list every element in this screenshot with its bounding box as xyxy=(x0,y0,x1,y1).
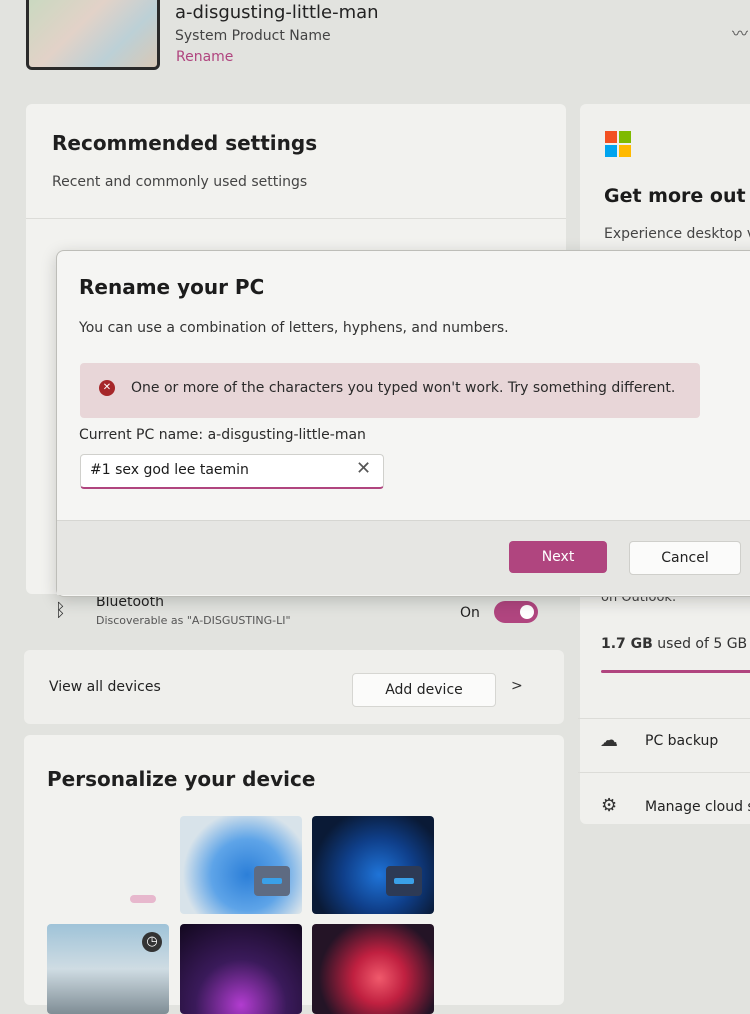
current-pc-name: Current PC name: a-disgusting-little-man xyxy=(79,427,366,443)
personalize-title: Personalize your device xyxy=(47,767,316,791)
wifi-icon: 〰 xyxy=(732,24,749,43)
bluetooth-icon: ᛒ xyxy=(55,600,66,621)
device-model: System Product Name xyxy=(175,28,331,44)
promo-subtitle: Experience desktop ve xyxy=(604,226,750,242)
recommended-settings-title: Recommended settings xyxy=(52,131,318,155)
divider xyxy=(26,218,566,219)
bluetooth-toggle[interactable] xyxy=(494,601,538,623)
slideshow-icon: ◷ xyxy=(142,932,162,952)
view-all-devices-link[interactable]: View all devices xyxy=(49,679,161,695)
pink-indicator xyxy=(130,895,156,903)
recommended-settings-subtitle: Recent and commonly used settings xyxy=(52,174,308,190)
wallpaper-purple[interactable] xyxy=(180,924,302,1014)
cancel-button[interactable]: Cancel xyxy=(629,541,741,575)
promo-title: Get more out o xyxy=(604,185,750,207)
gear-icon: ⚙ xyxy=(601,795,618,816)
bluetooth-state: On xyxy=(460,605,480,621)
dialog-description: You can use a combination of letters, hy… xyxy=(79,320,509,336)
wallpaper-dark-theme[interactable] xyxy=(312,816,434,914)
storage-bar xyxy=(601,670,750,673)
pc-name-input-value[interactable]: #1 sex god lee taemin xyxy=(90,462,249,478)
taskbar-preview-icon xyxy=(386,866,422,896)
error-circle-icon: ✕ xyxy=(99,380,115,396)
chevron-right-icon[interactable]: > xyxy=(511,678,523,694)
microsoft-logo xyxy=(605,131,631,157)
device-thumbnail xyxy=(26,0,160,70)
dialog-title: Rename your PC xyxy=(79,275,265,299)
storage-rest: used of 5 GB (3 xyxy=(657,636,750,652)
pc-backup-item[interactable]: PC backup xyxy=(645,733,718,749)
divider xyxy=(578,772,750,773)
add-device-button[interactable]: Add device xyxy=(352,673,496,707)
device-name: a-disgusting-little-man xyxy=(175,2,379,23)
storage-used: 1.7 GB xyxy=(601,636,653,652)
manage-cloud-item[interactable]: Manage cloud s xyxy=(645,799,750,815)
storage-usage: 1.7 GB used of 5 GB (3 xyxy=(601,636,750,652)
cloud-backup-icon: ☁ xyxy=(600,730,618,751)
clear-icon[interactable]: ✕ xyxy=(356,458,371,479)
bluetooth-subtitle: Discoverable as "A-DISGUSTING-LI" xyxy=(96,614,291,627)
error-message: One or more of the characters you typed … xyxy=(131,380,676,396)
wallpaper-flower[interactable] xyxy=(312,924,434,1014)
next-button[interactable]: Next xyxy=(509,541,607,573)
wallpaper-light-theme[interactable] xyxy=(180,816,302,914)
divider xyxy=(578,718,750,719)
taskbar-preview-icon xyxy=(254,866,290,896)
rename-link[interactable]: Rename xyxy=(176,49,233,65)
